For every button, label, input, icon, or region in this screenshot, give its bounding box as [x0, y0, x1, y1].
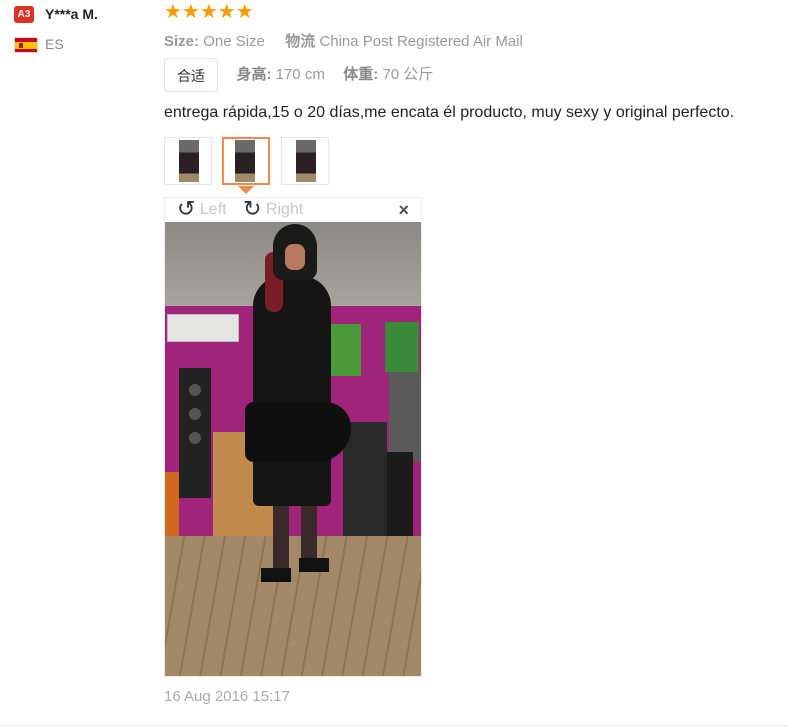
reviewer-country: ES	[45, 36, 64, 52]
fit-chip: 合适	[164, 58, 218, 92]
fit-info: 合适 身高: 170 cm 体重: 70 公斤	[164, 58, 433, 92]
weight-value: 70 公斤	[382, 66, 434, 83]
shipping-label: 物流	[285, 33, 316, 50]
height-attr: 身高: 170 cm	[236, 58, 324, 92]
shipping-value: China Post Registered Air Mail	[319, 33, 523, 50]
photo-thumbnail-3[interactable]	[280, 137, 329, 185]
viewer-toolbar: ↺ Left ↻ Right ×	[165, 198, 421, 222]
review-text: entrega rápida,15 o 20 días,me encata él…	[164, 104, 735, 121]
divider	[0, 725, 788, 726]
rotate-left-button[interactable]: ↺ Left	[177, 198, 227, 222]
photo-thumbnail-2[interactable]	[222, 137, 271, 185]
order-info: Size: One Size 物流 China Post Registered …	[164, 30, 523, 51]
review-date: 16 Aug 2016 15:17	[164, 688, 290, 705]
review-photo[interactable]	[165, 222, 421, 676]
level-badge: A3	[14, 6, 34, 23]
rotate-right-button[interactable]: ↻ Right	[243, 198, 303, 222]
active-thumb-indicator	[238, 186, 254, 194]
reviewer-name: Y***a M.	[45, 6, 98, 22]
star-rating: ★★★★★	[164, 1, 254, 23]
rotate-right-label: Right	[265, 201, 304, 218]
weight-label: 体重:	[343, 66, 379, 83]
photo-viewer: ↺ Left ↻ Right ×	[164, 197, 422, 677]
height-value: 170 cm	[275, 66, 325, 83]
rotate-right-icon: ↻	[243, 196, 262, 221]
weight-attr: 体重: 70 公斤	[343, 58, 433, 92]
rotate-left-label: Left	[199, 201, 227, 218]
height-label: 身高:	[236, 66, 272, 83]
size-value: One Size	[203, 33, 265, 50]
spain-flag-icon	[14, 37, 38, 53]
rotate-left-icon: ↺	[177, 196, 196, 221]
close-icon[interactable]: ×	[398, 200, 409, 220]
photo-thumbnails	[164, 137, 335, 185]
photo-thumbnail-1[interactable]	[164, 137, 212, 185]
size-label: Size:	[164, 33, 200, 50]
